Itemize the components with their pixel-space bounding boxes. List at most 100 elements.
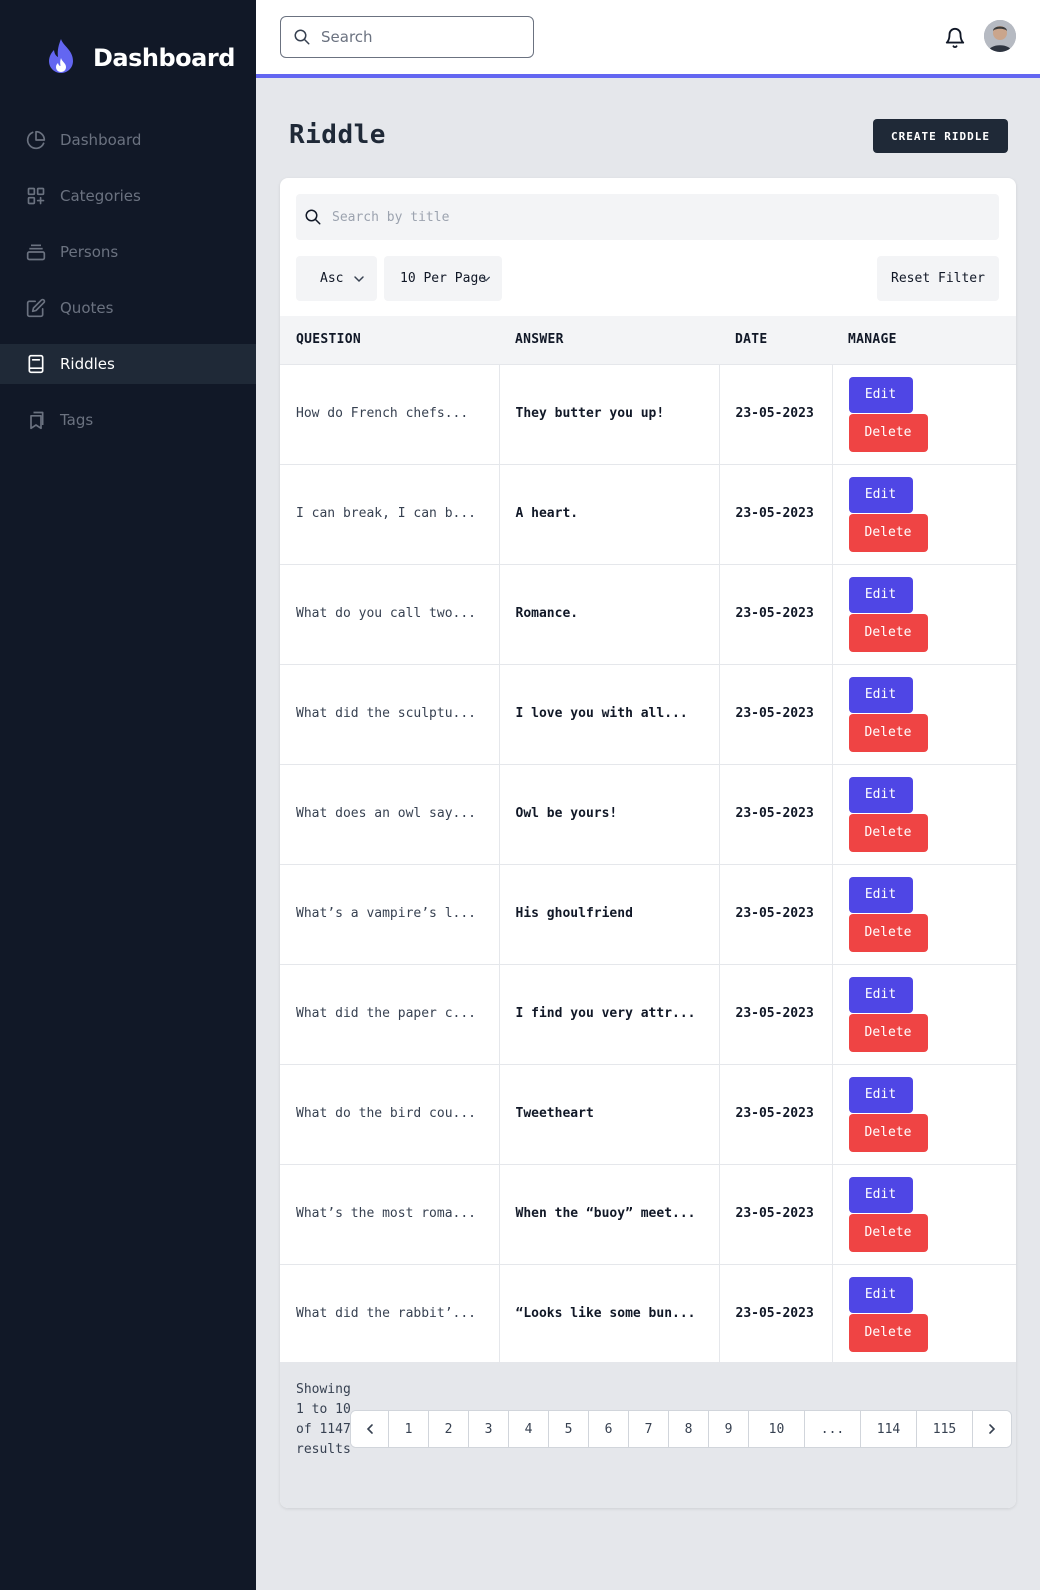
chevron-down-icon — [482, 276, 490, 282]
top-bar — [256, 0, 1040, 78]
sidebar-item-dashboard[interactable]: Dashboard — [0, 120, 256, 160]
answer-cell: Tweetheart — [499, 1064, 720, 1164]
question-cell: What’s a vampire’s l... — [280, 864, 500, 964]
grid-plus-icon — [26, 186, 46, 206]
pagination-prev[interactable] — [351, 1411, 389, 1447]
per-page-value: 10 Per Page — [400, 271, 487, 286]
date-cell: 23-05-2023 — [719, 964, 833, 1064]
page-button-114[interactable]: 114 — [861, 1411, 917, 1447]
delete-button[interactable]: Delete — [848, 413, 928, 452]
brand-title: Dashboard — [93, 44, 235, 72]
date-cell: 23-05-2023 — [719, 664, 833, 764]
question-cell: How do French chefs... — [280, 364, 500, 464]
search-input[interactable] — [321, 28, 521, 46]
delete-button[interactable]: Delete — [848, 1113, 928, 1152]
edit-icon — [26, 298, 46, 318]
sidebar-item-quotes[interactable]: Quotes — [0, 288, 256, 328]
date-cell: 23-05-2023 — [719, 1264, 833, 1364]
page-button-4[interactable]: 4 — [509, 1411, 549, 1447]
edit-button[interactable]: Edit — [848, 676, 913, 713]
manage-cell: Edit Delete — [832, 1164, 1016, 1264]
pie-chart-icon — [26, 130, 46, 150]
title-search-input[interactable] — [332, 209, 932, 225]
page-button-115[interactable]: 115 — [917, 1411, 973, 1447]
edit-button[interactable]: Edit — [848, 1176, 913, 1213]
manage-cell: Edit Delete — [832, 664, 1016, 764]
edit-button[interactable]: Edit — [848, 1076, 913, 1113]
page-button-9[interactable]: 9 — [709, 1411, 749, 1447]
column-header-date: DATE — [735, 332, 768, 348]
sidebar-item-tags[interactable]: Tags — [0, 400, 256, 440]
sidebar-item-label: Persons — [60, 243, 119, 261]
question-cell: I can break, I can b... — [280, 464, 500, 564]
brand[interactable]: Dashboard — [45, 38, 235, 78]
delete-button[interactable]: Delete — [848, 1013, 928, 1052]
table-row: What does an owl say... Owl be yours! 23… — [280, 764, 1016, 864]
archive-icon — [26, 242, 46, 262]
page-button-8[interactable]: 8 — [669, 1411, 709, 1447]
page-button-7[interactable]: 7 — [629, 1411, 669, 1447]
title-search[interactable] — [296, 194, 999, 240]
book-icon — [26, 354, 46, 374]
page-button-5[interactable]: 5 — [549, 1411, 589, 1447]
pagination-next[interactable] — [973, 1411, 1011, 1447]
edit-button[interactable]: Edit — [848, 776, 913, 813]
answer-cell: They butter you up! — [499, 364, 720, 464]
reset-filter-button[interactable]: Reset Filter — [877, 256, 999, 301]
column-header-question: QUESTION — [296, 332, 362, 348]
sidebar: Dashboard Dashboard Categories Persons Q… — [0, 0, 256, 1590]
date-cell: 23-05-2023 — [719, 364, 833, 464]
edit-button[interactable]: Edit — [848, 576, 913, 613]
manage-cell: Edit Delete — [832, 864, 1016, 964]
page-button-2[interactable]: 2 — [429, 1411, 469, 1447]
edit-button[interactable]: Edit — [848, 1276, 913, 1313]
table-header-row: QUESTION ANSWER DATE MANAGE — [280, 316, 1016, 364]
manage-cell: Edit Delete — [832, 1064, 1016, 1164]
avatar[interactable] — [984, 20, 1016, 52]
page-button-6[interactable]: 6 — [589, 1411, 629, 1447]
question-cell: What do the bird cou... — [280, 1064, 500, 1164]
edit-button[interactable]: Edit — [848, 376, 913, 413]
sidebar-item-categories[interactable]: Categories — [0, 176, 256, 216]
answer-cell: Romance. — [499, 564, 720, 664]
edit-button[interactable]: Edit — [848, 476, 913, 513]
table-row: What did the sculptu... I love you with … — [280, 664, 1016, 764]
results-summary: Showing 1 to 10 of 1147 results — [296, 1382, 351, 1457]
manage-cell: Edit Delete — [832, 1264, 1016, 1364]
per-page-select[interactable]: 10 Per Page — [384, 256, 502, 301]
sidebar-item-persons[interactable]: Persons — [0, 232, 256, 272]
page-button-1[interactable]: 1 — [389, 1411, 429, 1447]
delete-button[interactable]: Delete — [848, 513, 928, 552]
create-riddle-button[interactable]: CREATE RIDDLE — [873, 119, 1008, 153]
search-icon — [305, 209, 321, 225]
sidebar-item-label: Riddles — [60, 355, 115, 373]
page-button-10[interactable]: 10 — [749, 1411, 805, 1447]
chevron-right-icon — [989, 1424, 996, 1434]
sidebar-nav: Dashboard Categories Persons Quotes Ridd… — [0, 120, 256, 456]
delete-button[interactable]: Delete — [848, 1213, 928, 1252]
answer-cell: His ghoulfriend — [499, 864, 720, 964]
delete-button[interactable]: Delete — [848, 613, 928, 652]
date-cell: 23-05-2023 — [719, 564, 833, 664]
manage-cell: Edit Delete — [832, 564, 1016, 664]
global-search[interactable] — [280, 16, 534, 58]
date-cell: 23-05-2023 — [719, 764, 833, 864]
manage-cell: Edit Delete — [832, 464, 1016, 564]
manage-cell: Edit Delete — [832, 364, 1016, 464]
sort-order-select[interactable]: Asc — [296, 256, 377, 301]
delete-button[interactable]: Delete — [848, 1313, 928, 1352]
sidebar-item-riddles[interactable]: Riddles — [0, 344, 256, 384]
delete-button[interactable]: Delete — [848, 713, 928, 752]
delete-button[interactable]: Delete — [848, 913, 928, 952]
table-row: I can break, I can b... A heart. 23-05-2… — [280, 464, 1016, 564]
edit-button[interactable]: Edit — [848, 976, 913, 1013]
question-cell: What does an owl say... — [280, 764, 500, 864]
page-button-3[interactable]: 3 — [469, 1411, 509, 1447]
edit-button[interactable]: Edit — [848, 876, 913, 913]
table-row: What do the bird cou... Tweetheart 23-05… — [280, 1064, 1016, 1164]
answer-cell: Owl be yours! — [499, 764, 720, 864]
question-cell: What did the sculptu... — [280, 664, 500, 764]
sidebar-item-label: Dashboard — [60, 131, 142, 149]
delete-button[interactable]: Delete — [848, 813, 928, 852]
bell-icon[interactable] — [944, 26, 966, 50]
